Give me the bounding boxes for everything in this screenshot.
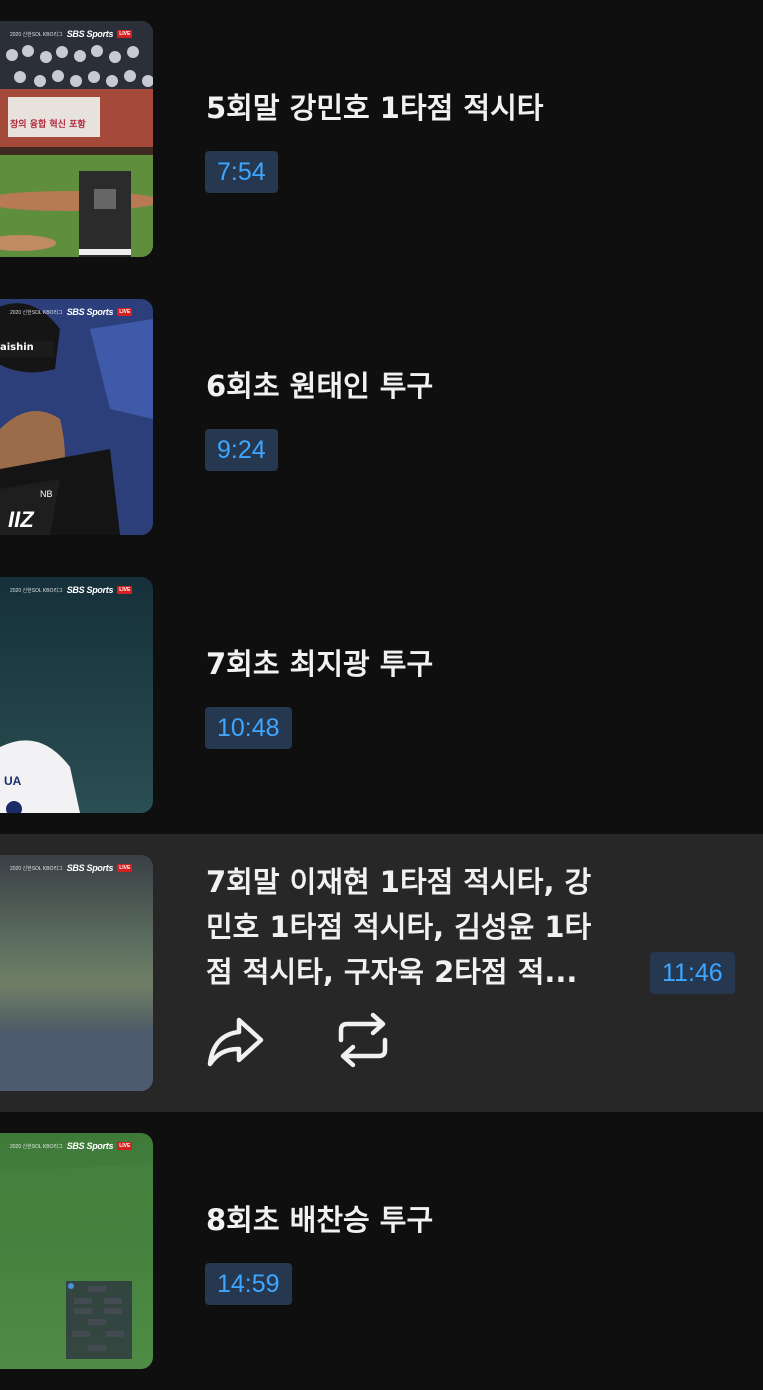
stadium-sign: 창의 융합 혁신 포항 [10,120,86,130]
video-item[interactable]: 2020 신한SOL KBO리그 SBS Sports LIVE 8회초 배찬승… [0,1112,763,1390]
video-item-selected[interactable]: 2020 신한SOL KBO리그 SBS Sports LIVE 7회말 이재현… [0,834,763,1112]
broadcast-logo: 2020 신한SOL KBO리그 SBS Sports LIVE [10,585,133,595]
share-button[interactable] [203,1010,267,1074]
video-thumbnail[interactable]: 창의 융합 혁신 포항 2020 신한SOL KBO리그 SBS Sports … [0,21,153,257]
thumbnail-image: UA [0,577,153,813]
video-title[interactable]: 6회초 원태인 투구 [206,364,433,409]
svg-text:UA: UA [4,774,22,788]
helmet-sign: aishin [0,342,34,353]
broadcast-logo: 2020 신한SOL KBO리그 SBS Sports LIVE [10,307,133,317]
repeat-icon [338,1012,388,1068]
broadcast-logo: 2020 신한SOL KBO리그 SBS Sports LIVE [10,29,133,39]
duration-badge: 10:48 [205,707,292,749]
thumbnail-image [0,21,153,257]
duration-badge: 7:54 [205,151,278,193]
video-thumbnail[interactable]: 2020 신한SOL KBO리그 SBS Sports LIVE [0,1133,153,1369]
duration-badge: 14:59 [205,1263,292,1305]
video-thumbnail[interactable]: 2020 신한SOL KBO리그 SBS Sports LIVE [0,855,153,1091]
broadcast-logo: 2020 신한SOL KBO리그 SBS Sports LIVE [10,863,133,873]
video-title[interactable]: 8회초 배찬승 투구 [206,1198,433,1243]
broadcast-logo: 2020 신한SOL KBO리그 SBS Sports LIVE [10,1141,133,1151]
thumbnail-image [0,855,153,1091]
duration-badge: 9:24 [205,429,278,471]
video-thumbnail[interactable]: UA 2020 신한SOL KBO리그 SBS Sports LIVE [0,577,153,813]
video-item[interactable]: 창의 융합 혁신 포항 2020 신한SOL KBO리그 SBS Sports … [0,0,763,278]
video-title[interactable]: 7회말 이재현 1타점 적시타, 강민호 1타점 적시타, 김성윤 1타점 적시… [206,860,616,995]
video-item[interactable]: IIZ NB aishin 2020 신한SOL KBO리그 SBS Sport… [0,278,763,556]
video-title[interactable]: 5회말 강민호 1타점 적시타 [206,86,543,131]
svg-text:NB: NB [40,489,53,499]
video-title[interactable]: 7회초 최지광 투구 [206,642,433,687]
video-thumbnail[interactable]: IIZ NB aishin 2020 신한SOL KBO리그 SBS Sport… [0,299,153,535]
thumbnail-image: IIZ NB [0,299,153,535]
thumbnail-image [0,1133,153,1369]
svg-text:IIZ: IIZ [8,507,35,532]
share-icon [207,1017,264,1067]
repeat-button[interactable] [331,1008,395,1072]
duration-badge: 11:46 [650,952,735,994]
video-item[interactable]: UA 2020 신한SOL KBO리그 SBS Sports LIVE 7회초 … [0,556,763,834]
